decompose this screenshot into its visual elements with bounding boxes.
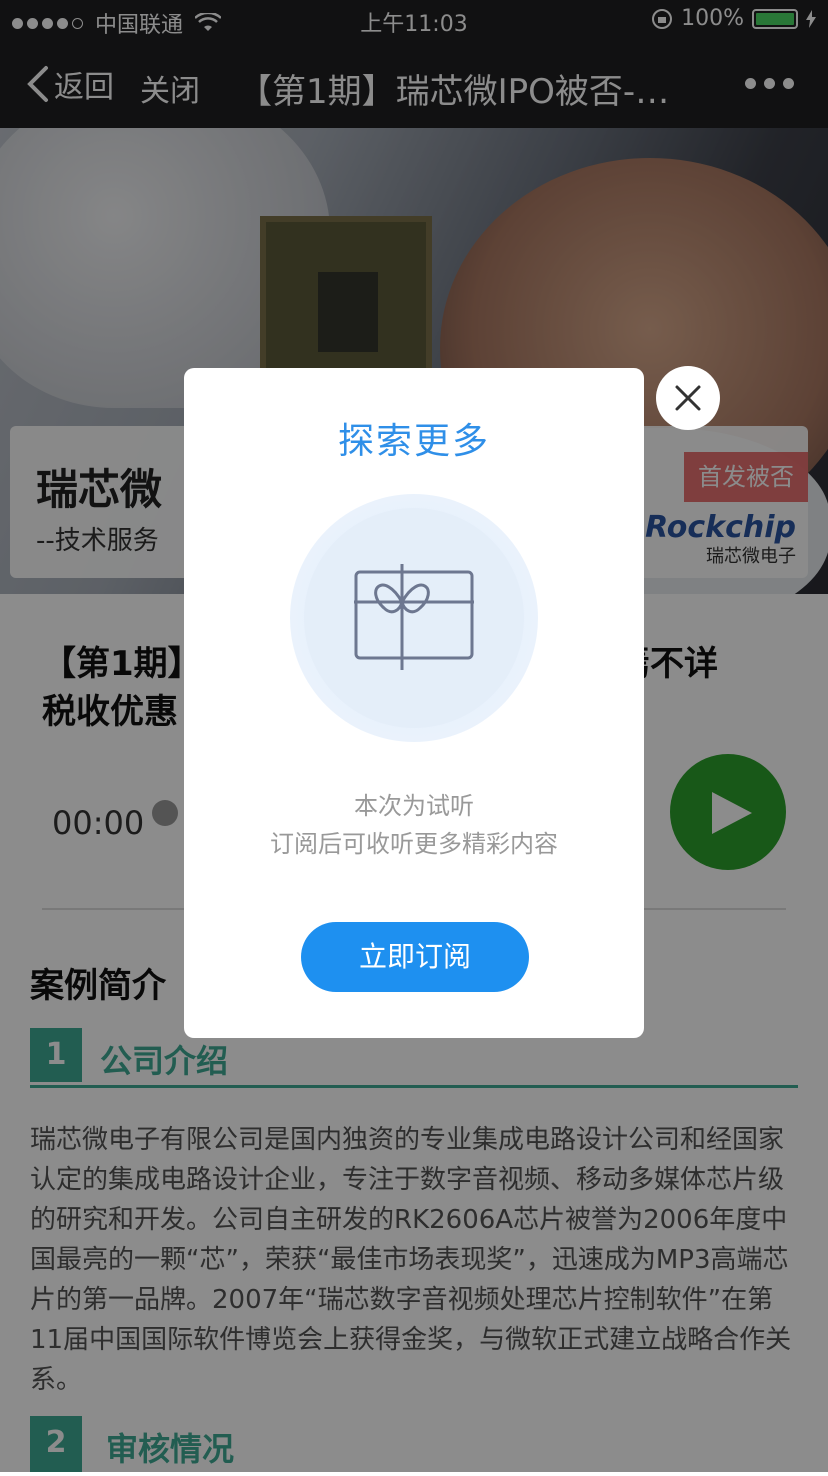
subscribe-notice: 订阅后可收听更多精彩内容 xyxy=(270,830,558,858)
gift-illustration xyxy=(290,494,538,742)
trial-notice: 本次为试听 xyxy=(354,792,474,820)
gift-icon xyxy=(354,564,474,670)
modal-close-button[interactable] xyxy=(656,366,720,430)
modal-title: 探索更多 xyxy=(337,421,490,462)
subscribe-button[interactable]: 立即订阅 xyxy=(301,922,529,992)
close-icon xyxy=(675,385,701,411)
subscribe-modal: 探索更多 本次为试听 订阅后可收听更多精彩内容 立即订阅 xyxy=(184,368,644,1038)
